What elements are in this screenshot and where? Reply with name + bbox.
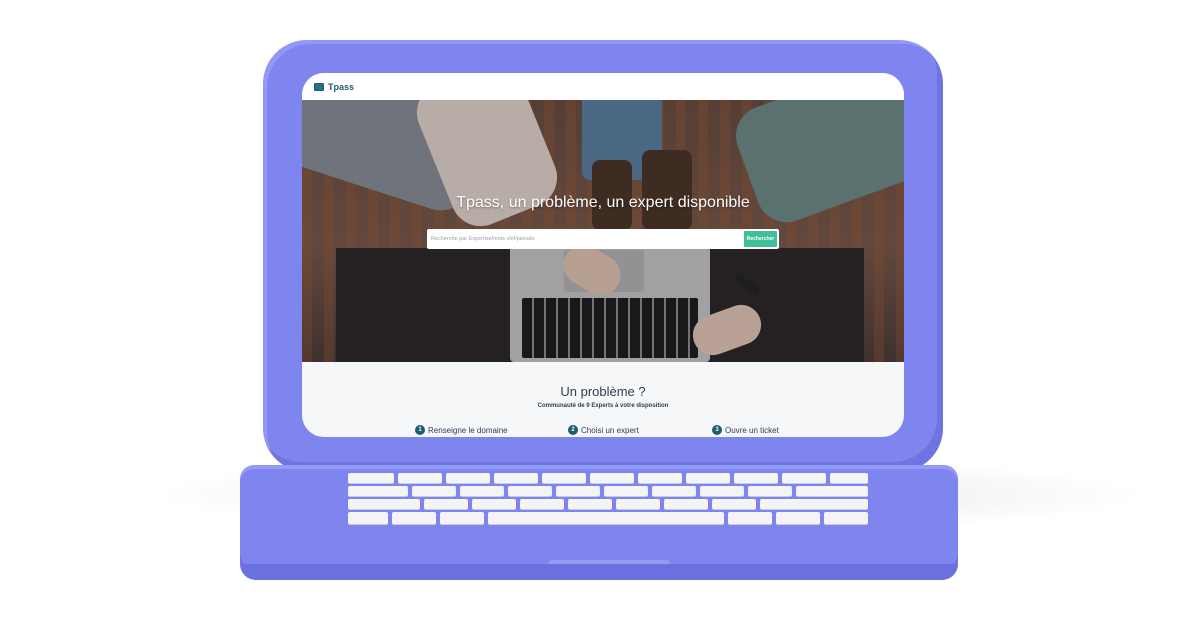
keyboard-key — [796, 486, 868, 496]
keyboard-key — [748, 486, 792, 496]
keyboard-key — [412, 486, 456, 496]
keyboard-key — [638, 473, 682, 483]
step-number-badge: 3 — [712, 425, 722, 435]
keyboard-key — [398, 473, 442, 483]
steps-list: 1 Renseigne le domaine 2 Choisi un exper… — [302, 425, 904, 437]
keyboard-key — [760, 499, 868, 509]
step-label: Ouvre un ticket — [725, 425, 779, 435]
keyboard-key — [348, 473, 394, 483]
keyboard-key — [604, 486, 648, 496]
brand-link[interactable]: Tpass — [314, 82, 354, 92]
keyboard-key — [734, 473, 778, 483]
step-label: Renseigne le domaine — [428, 425, 508, 435]
keyboard-key — [348, 499, 420, 509]
keyboard-key — [568, 499, 612, 509]
laptop-keyboard — [348, 473, 868, 525]
keyboard-key — [686, 473, 730, 483]
brand-name: Tpass — [328, 81, 355, 92]
hero-title: Tpass, un problème, un expert disponible — [456, 194, 750, 211]
keyboard-key — [776, 512, 820, 524]
keyboard-key — [664, 499, 708, 509]
step-number-badge: 2 — [568, 425, 578, 435]
keyboard-key — [712, 499, 756, 509]
keyboard-key — [700, 486, 744, 496]
section-title: Un problème ? — [560, 384, 646, 399]
step-item: 3 Ouvre un ticket — [712, 425, 779, 435]
keyboard-key — [728, 512, 772, 524]
step-number-badge: 1 — [415, 425, 425, 435]
keyboard-key — [488, 512, 724, 524]
keyboard-key — [348, 512, 388, 524]
keyboard-key — [616, 499, 660, 509]
hero-banner: Tpass, un problème, un expert disponible… — [302, 100, 904, 362]
keyboard-key — [392, 512, 436, 524]
section-subtitle: Communauté de 9 Experts à votre disposit… — [537, 403, 669, 409]
keyboard-key — [652, 486, 696, 496]
keyboard-key — [782, 473, 826, 483]
search-input[interactable] — [427, 230, 744, 248]
step-label: Choisi un expert — [581, 425, 639, 435]
laptop-screen: Tpass Tpass, un problème, un expert disp… — [302, 73, 904, 437]
keyboard-key — [446, 473, 490, 483]
search-bar: Rechercher — [427, 229, 779, 249]
keyboard-key — [440, 512, 484, 524]
keyboard-key — [424, 499, 468, 509]
keyboard-key — [830, 473, 868, 483]
laptop-base-front — [240, 564, 958, 580]
keyboard-key — [472, 499, 516, 509]
keyboard-key — [520, 499, 564, 509]
keyboard-key — [348, 486, 408, 496]
keyboard-key — [556, 486, 600, 496]
keyboard-key — [542, 473, 586, 483]
keyboard-key — [824, 512, 868, 524]
keyboard-key — [508, 486, 552, 496]
keyboard-key — [590, 473, 634, 483]
keyboard-key — [494, 473, 538, 483]
step-item: 2 Choisi un expert — [568, 425, 639, 435]
laptop-base — [240, 465, 958, 580]
search-button[interactable]: Rechercher — [744, 231, 777, 247]
step-item: 1 Renseigne le domaine — [415, 425, 508, 435]
monitor-icon — [314, 82, 324, 91]
keyboard-key — [460, 486, 504, 496]
navbar: Tpass — [302, 73, 904, 100]
